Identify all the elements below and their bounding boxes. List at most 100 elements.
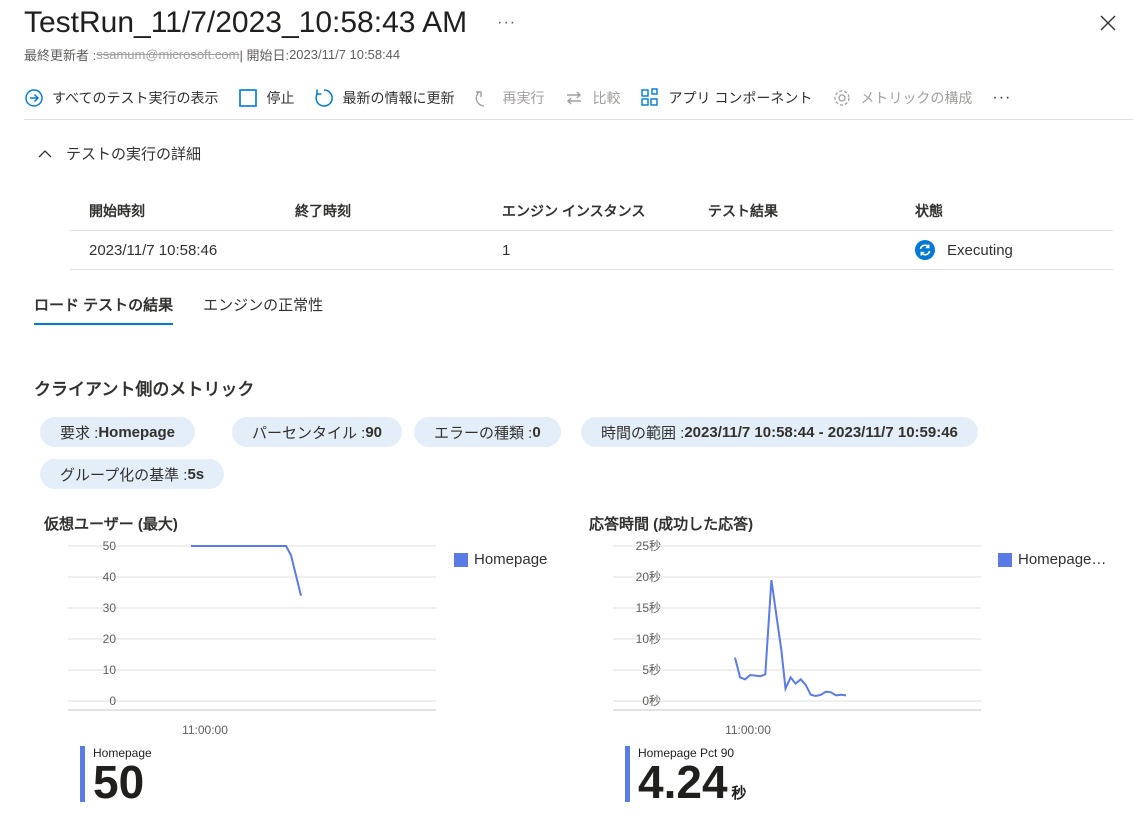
column-header-end: 終了時刻 <box>295 203 351 219</box>
chevron-up-icon <box>38 149 52 157</box>
y-tick-label: 40 <box>103 570 117 584</box>
filter-request[interactable]: 要求 : Homepage <box>40 417 196 447</box>
section-label: テストの実行の詳細 <box>66 146 202 163</box>
chart-response-time-title: 応答時間 (成功した応答) <box>589 516 754 533</box>
y-tick-label: 0秒 <box>642 694 661 708</box>
filter-error-type-label: エラーの種類 : <box>434 424 533 442</box>
filter-error-type-value: 0 <box>532 423 541 441</box>
client-metrics-heading: クライアント側のメトリック <box>34 380 255 399</box>
test-run-details-toggle[interactable]: テストの実行の詳細 <box>38 143 201 164</box>
chart-response-time[interactable]: 25秒 20秒 15秒 10秒 5秒 0秒 11:00:00 <box>585 539 995 742</box>
refresh-icon <box>315 89 334 107</box>
filter-percentile-label: パーセンタイル : <box>252 424 366 442</box>
filter-error-type[interactable]: エラーの種類 : 0 <box>414 417 561 447</box>
filter-group-by-value: 5s <box>187 465 205 483</box>
virtual-users-summary: Homepage 50 <box>80 746 152 808</box>
x-tick-label: 11:00:00 <box>725 723 771 737</box>
y-tick-label: 10秒 <box>636 632 661 646</box>
column-header-start: 開始時刻 <box>89 203 145 219</box>
modified-by-value: ssamum@microsoft.com <box>96 47 240 62</box>
series-line <box>191 545 302 596</box>
column-header-result: テスト結果 <box>708 203 778 219</box>
series-line <box>734 579 847 698</box>
y-tick-label: 10 <box>103 663 117 677</box>
view-all-runs-button[interactable]: すべてのテスト実行の表示 <box>24 88 218 108</box>
modified-by-label: 最終更新者 : <box>24 48 97 63</box>
summary-number: 4.24 <box>638 756 728 808</box>
refresh-button[interactable]: 最新の情報に更新 <box>314 88 454 108</box>
y-tick-label: 30 <box>103 601 117 615</box>
rerun-label: 再実行 <box>502 90 545 106</box>
compare-button[interactable]: 比較 <box>564 88 620 108</box>
compare-label: 比較 <box>592 90 621 106</box>
app-components-button[interactable]: アプリ コンポーネント <box>640 88 812 108</box>
summary-value: 50 <box>93 756 145 808</box>
app-components-label: アプリ コンポーネント <box>668 90 813 106</box>
y-tick-label: 50 <box>103 539 117 553</box>
legend-swatch <box>998 552 1012 567</box>
gear-icon <box>834 90 851 106</box>
filter-group-by-label: グループ化の基準 : <box>60 466 188 484</box>
title-more-button[interactable]: ··· <box>497 14 516 32</box>
summary-unit: 秒 <box>731 785 747 802</box>
table-row: 2023/11/7 10:58:46 1 Executing <box>70 230 1113 270</box>
y-tick-label: 25秒 <box>636 539 661 553</box>
title-row: TestRun_11/7/2023_10:58:43 AM ··· <box>24 6 516 40</box>
rerun-button[interactable]: 再実行 <box>474 88 544 108</box>
close-icon[interactable] <box>1097 12 1119 34</box>
y-tick-label: 20秒 <box>636 570 661 584</box>
cell-status: Executing <box>915 240 1013 260</box>
summary-value: 4.24 秒 <box>638 759 747 816</box>
y-tick-label: 0 <box>109 694 116 708</box>
filter-time-range-label: 時間の範囲 : <box>601 424 685 442</box>
cell-engines: 1 <box>502 242 511 259</box>
filter-group-by[interactable]: グループ化の基準 : 5s <box>40 459 225 489</box>
compare-icon <box>567 91 582 105</box>
command-bar: すべてのテスト実行の表示 停止 最新の情報に更新 再実行 比較 アプリ コンポー… <box>24 82 1133 114</box>
tab-engine-health[interactable]: エンジンの正常性 <box>203 294 323 325</box>
start-date-label: | 開始日: <box>239 48 290 63</box>
stop-label: 停止 <box>266 90 295 106</box>
filter-request-label: 要求 : <box>60 424 99 442</box>
y-tick-label: 5秒 <box>642 663 661 677</box>
chart-virtual-users-title: 仮想ユーザー (最大) <box>44 516 178 533</box>
table-header-row: 開始時刻 終了時刻 エンジン インスタンス テスト結果 状態 <box>70 190 1113 230</box>
y-tick-label: 20 <box>103 632 117 646</box>
page-title: TestRun_11/7/2023_10:58:43 AM <box>24 6 468 39</box>
view-all-runs-label: すべてのテスト実行の表示 <box>52 90 219 106</box>
stop-icon <box>239 89 258 107</box>
filter-time-range-value: 2023/11/7 10:58:44 - 2023/11/7 10:59:46 <box>684 423 958 441</box>
chart-virtual-users-legend[interactable]: Homepage <box>454 551 547 568</box>
column-header-status: 状態 <box>915 203 943 219</box>
cell-start: 2023/11/7 10:58:46 <box>89 242 218 259</box>
executing-icon <box>915 240 935 260</box>
column-header-engines: エンジン インスタンス <box>502 203 646 219</box>
stop-button[interactable]: 停止 <box>238 88 294 108</box>
configure-metrics-button[interactable]: メトリックの構成 <box>832 88 972 108</box>
toolbar-divider <box>24 119 1133 120</box>
subtitle: 最終更新者 : ssamum@microsoft.com | 開始日: 2023… <box>24 45 400 64</box>
status-text: Executing <box>947 241 1013 259</box>
chart-response-time-legend[interactable]: Homepage… <box>998 551 1106 568</box>
filter-percentile[interactable]: パーセンタイル : 90 <box>232 417 403 447</box>
start-date-value: 2023/11/7 10:58:44 <box>289 47 401 62</box>
filter-request-value: Homepage <box>98 423 176 441</box>
arrow-circle-icon <box>25 89 43 107</box>
chart-virtual-users[interactable]: 50 40 30 20 10 0 11:00:00 <box>40 539 450 742</box>
legend-label: Homepage… <box>1018 551 1107 568</box>
test-run-details-table: 開始時刻 終了時刻 エンジン インスタンス テスト結果 状態 2023/11/7… <box>70 190 1113 270</box>
y-tick-label: 15秒 <box>636 601 661 615</box>
configure-metrics-label: メトリックの構成 <box>860 90 973 106</box>
response-time-summary: Homepage Pct 90 4.24 秒 <box>625 746 747 805</box>
legend-swatch <box>454 552 468 567</box>
legend-label: Homepage <box>474 551 548 568</box>
result-tabs: ロード テストの結果 エンジンの正常性 <box>34 294 353 325</box>
tab-load-test-results[interactable]: ロード テストの結果 <box>34 294 174 325</box>
toolbar-more-button[interactable]: ··· <box>992 89 1011 107</box>
filter-percentile-value: 90 <box>365 423 383 441</box>
x-tick-label: 11:00:00 <box>182 723 228 737</box>
rerun-icon <box>476 91 485 107</box>
refresh-label: 最新の情報に更新 <box>342 90 455 106</box>
filter-time-range[interactable]: 時間の範囲 : 2023/11/7 10:58:44 - 2023/11/7 1… <box>581 417 978 447</box>
app-components-icon <box>641 88 659 106</box>
